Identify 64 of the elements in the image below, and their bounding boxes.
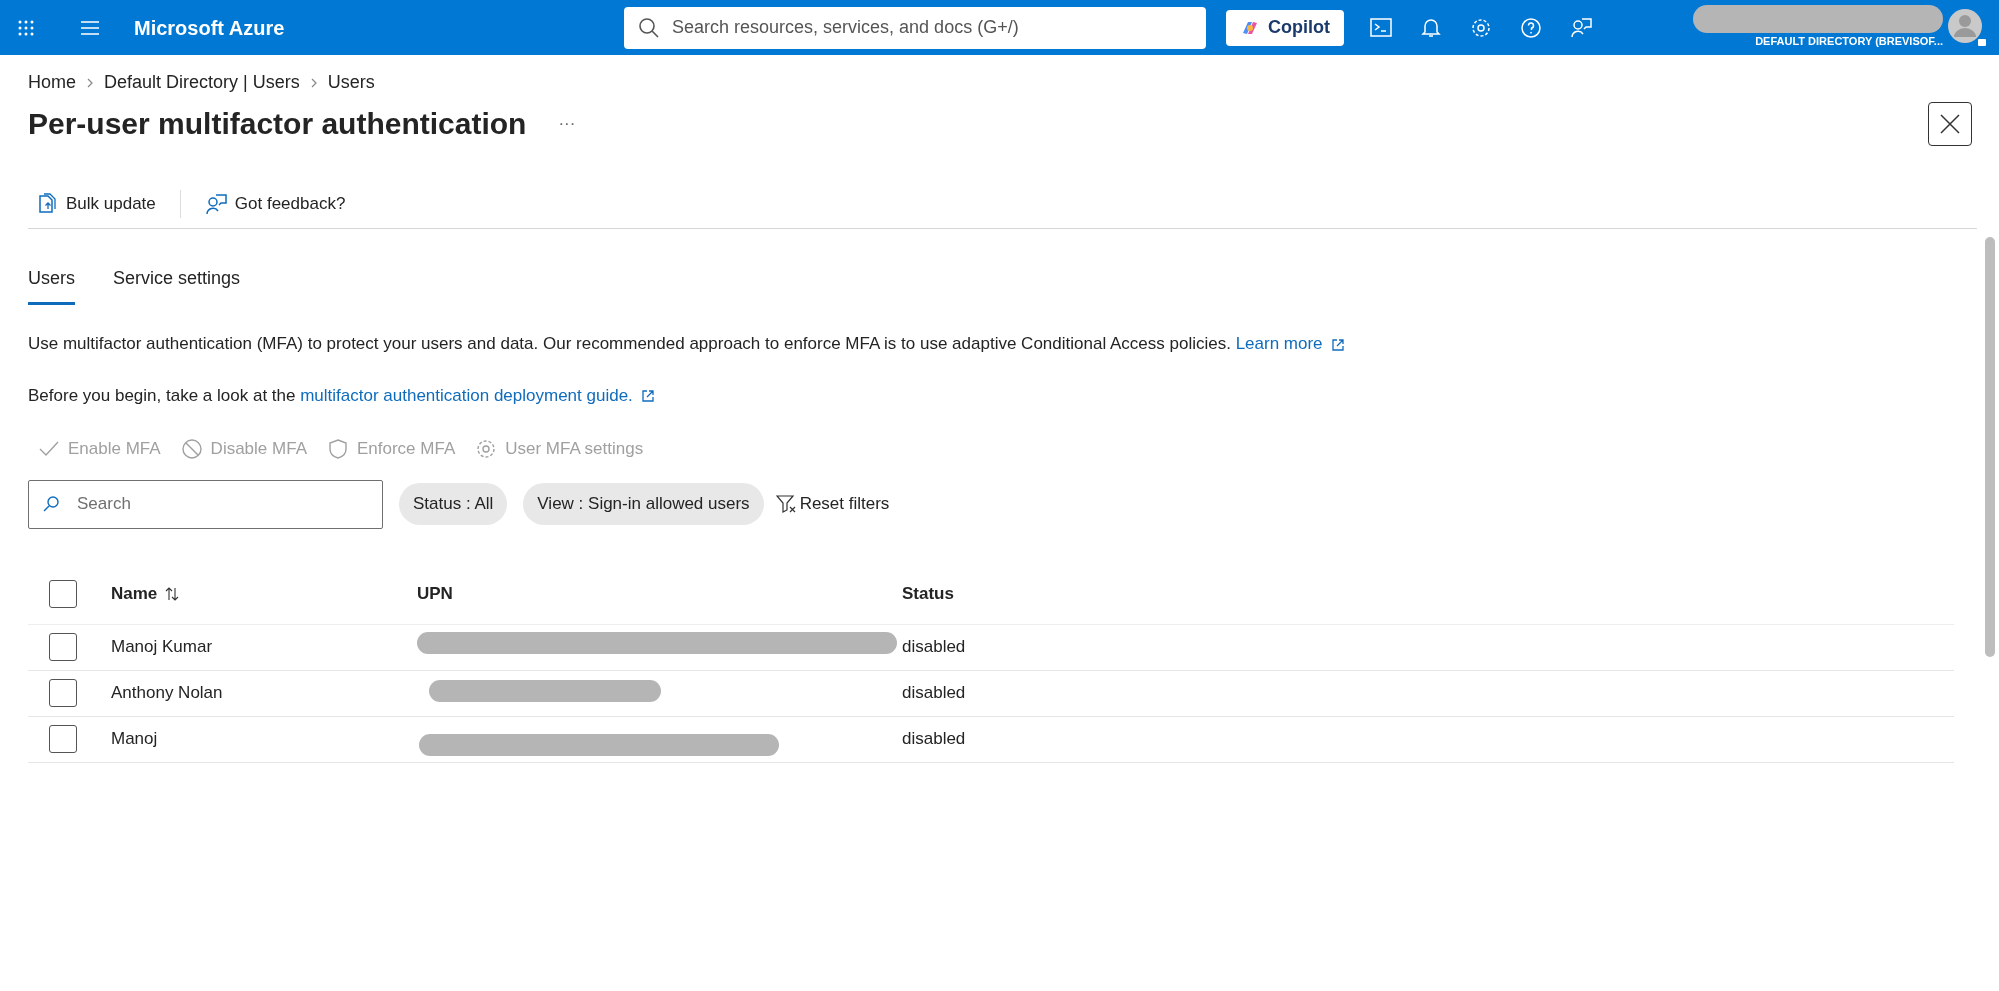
help-icon [1520, 16, 1542, 39]
tab[interactable]: Users [28, 259, 75, 305]
directory-name[interactable]: DEFAULT DIRECTORY (BREVISOF... [1755, 33, 1943, 50]
apps-button[interactable] [18, 19, 34, 36]
table-cell: disabled [902, 637, 966, 657]
row-checkbox[interactable] [49, 725, 77, 753]
chevron-icon [86, 76, 94, 89]
column-header: UPN [417, 584, 453, 604]
row-checkbox[interactable] [49, 679, 77, 707]
table-cell: Manoj Kumar [111, 637, 213, 657]
shield-icon [327, 437, 349, 460]
guide-link[interactable]: multifactor authentication deployment guide. [300, 385, 655, 405]
menu-button[interactable] [80, 19, 100, 36]
settings-button[interactable] [1470, 16, 1492, 39]
scrollbar-thumb[interactable] [1985, 237, 1995, 657]
settings-icon [1470, 16, 1492, 39]
terminal-icon [1370, 16, 1392, 39]
column-header: Status [902, 584, 954, 604]
table-cell: disabled [902, 729, 966, 749]
filter-pill[interactable]: Status : All [399, 483, 508, 525]
page-title: Per-user multifactor authentication [28, 106, 527, 142]
search-icon [638, 16, 660, 39]
tab[interactable]: Service settings [113, 259, 241, 305]
row-checkbox[interactable] [49, 633, 77, 661]
external-link-icon [1330, 337, 1345, 352]
table-cell: Manoj [111, 729, 158, 749]
feedback-icon [1570, 16, 1592, 39]
close-button[interactable] [1928, 102, 1972, 146]
external-link-icon [640, 389, 655, 403]
search-field[interactable]: Search resources, services, and docs (G+/) [624, 6, 1206, 49]
terminal-button[interactable] [1370, 16, 1392, 39]
breadcrumb-link[interactable]: Users [327, 69, 375, 96]
document-icon [36, 193, 58, 215]
reset-filters-button[interactable]: Reset filters [775, 491, 890, 517]
help-button[interactable] [1520, 16, 1542, 39]
filter-pill[interactable]: View : Sign-in allowed users [523, 483, 764, 525]
search-icon [42, 494, 60, 513]
column-header[interactable]: Name [111, 581, 158, 607]
search-field[interactable]: Search [28, 479, 383, 529]
feedback-icon [204, 193, 227, 215]
table-cell: disabled [902, 683, 966, 703]
bulk-button[interactable]: Bulk update [28, 191, 164, 217]
bell-button[interactable] [1420, 16, 1442, 39]
feedback-button[interactable] [1570, 16, 1592, 39]
learn-more-link[interactable]: Learn more [1235, 334, 1345, 353]
bell-icon [1420, 16, 1442, 39]
menu-icon [80, 19, 100, 36]
settings-icon [475, 437, 498, 460]
breadcrumb-link[interactable]: Default Directory | Users [104, 69, 300, 96]
breadcrumb-link[interactable]: Home [28, 69, 76, 96]
close-icon [1939, 113, 1961, 135]
guide-text: Before you begin, take a look at the multifactor authentication deployment guide. [28, 382, 1971, 408]
apps-icon [18, 19, 34, 36]
more-button[interactable]: ··· [550, 111, 584, 137]
sort-icon[interactable] [165, 586, 180, 602]
feedback-button[interactable]: Got feedback? [196, 191, 354, 217]
filter-icon [775, 494, 796, 514]
table-cell: Anthony Nolan [111, 683, 223, 703]
copilot-button[interactable]: Copilot [1226, 9, 1344, 46]
select-all-checkbox[interactable] [49, 580, 77, 608]
chevron-icon [309, 76, 318, 89]
info-text: Use multifactor authentication (MFA) to protect your users and data. Our recommended approach to enforce MFA is to use adaptive Conditional Access policies. Learn more [28, 331, 1971, 357]
block-icon [180, 437, 203, 460]
brand-name[interactable]: Microsoft Azure [134, 12, 624, 43]
